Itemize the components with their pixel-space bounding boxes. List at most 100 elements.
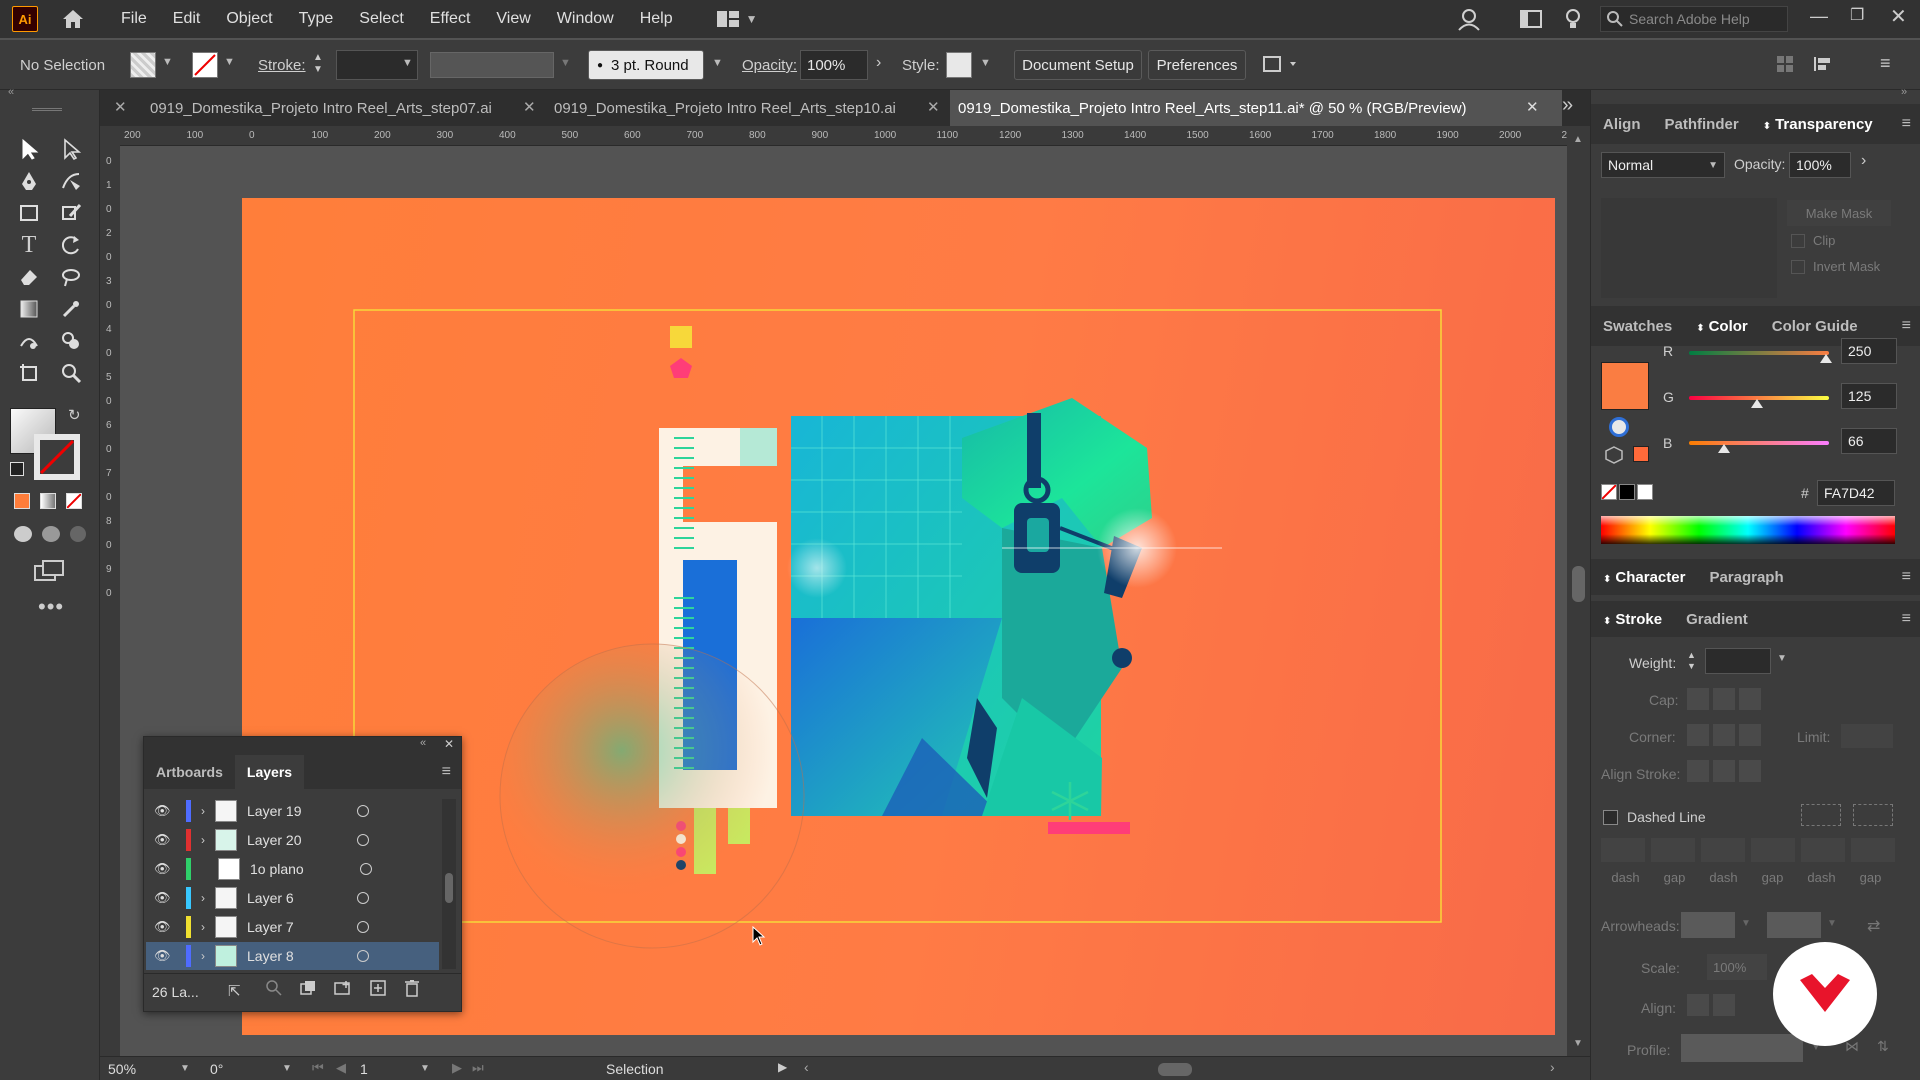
fill-swatch[interactable] <box>130 52 156 78</box>
minimize-icon[interactable]: — <box>1810 6 1828 27</box>
stroke-stepper[interactable]: ▲ ▼ <box>313 52 323 76</box>
menu-effect[interactable]: Effect <box>417 10 484 28</box>
blue-slider-thumb[interactable] <box>1718 444 1730 453</box>
opacity-expand-icon[interactable]: › <box>876 54 881 72</box>
layer-row[interactable]: 👁 › Layer 20 <box>146 826 439 854</box>
tab-step07-close-icon[interactable]: ✕ <box>523 98 536 116</box>
scroll-up-icon[interactable]: ▲ <box>1573 134 1583 145</box>
swap-arrowheads-icon[interactable]: ⇄ <box>1867 916 1880 936</box>
arrowhead-end-select[interactable] <box>1767 912 1821 938</box>
eye-icon[interactable]: 👁 <box>154 948 174 964</box>
layers-scrollbar[interactable] <box>442 799 456 969</box>
align-outside-icon[interactable] <box>1739 760 1761 782</box>
tab-character[interactable]: ⬍ Character <box>1591 569 1697 586</box>
zoom-tool-icon[interactable] <box>54 358 88 388</box>
tab-gradient[interactable]: Gradient <box>1674 611 1760 628</box>
green-slider-thumb[interactable] <box>1751 399 1763 408</box>
scroll-down-icon[interactable]: ▼ <box>1573 1038 1583 1049</box>
layers-titlebar[interactable]: « ✕ <box>144 737 461 755</box>
tab-color[interactable]: ⬍ Color <box>1684 318 1760 335</box>
menu-file[interactable]: File <box>108 10 160 28</box>
fill-color-preview[interactable] <box>1601 362 1649 410</box>
artboard-dropdown-icon[interactable]: ▼ <box>420 1063 430 1074</box>
arrange-documents-icon[interactable] <box>1262 54 1302 78</box>
align-inside-icon[interactable] <box>1713 760 1735 782</box>
target-circle-icon[interactable] <box>357 950 369 962</box>
delete-layer-icon[interactable] <box>404 979 420 1001</box>
dash-align-icon[interactable] <box>1853 804 1893 826</box>
tab-transparency[interactable]: ⬍ Transparency <box>1751 116 1885 133</box>
stroke-swatch[interactable] <box>192 52 218 78</box>
stroke-dropdown-icon[interactable]: ▼ <box>224 56 235 68</box>
hscroll-right-icon[interactable]: › <box>1550 1059 1555 1075</box>
arrow-tip-icon[interactable] <box>1687 994 1709 1016</box>
layer-row-selected[interactable]: 👁 › Layer 8 <box>146 942 439 970</box>
selection-tool-icon[interactable] <box>12 134 46 164</box>
reset-profile-icon[interactable]: ⇅ <box>1877 1038 1889 1055</box>
preferences-button[interactable]: Preferences <box>1148 50 1246 80</box>
dash-field-2[interactable] <box>1701 838 1745 862</box>
transparency-menu-icon[interactable]: ≡ <box>1902 115 1911 133</box>
menu-window[interactable]: Window <box>544 10 627 28</box>
scale-field[interactable]: 100% <box>1707 954 1767 980</box>
rotate-tool-icon[interactable] <box>54 230 88 260</box>
tab-color-guide[interactable]: Color Guide <box>1760 318 1870 335</box>
clipping-mask-icon[interactable] <box>300 980 316 1000</box>
dash-field-1[interactable] <box>1601 838 1645 862</box>
eye-icon[interactable]: 👁 <box>154 890 174 906</box>
arrow-path-icon[interactable] <box>1713 994 1735 1016</box>
lightbulb-icon[interactable] <box>1564 8 1582 34</box>
curvature-tool-icon[interactable] <box>54 166 88 196</box>
eraser-tool-icon[interactable] <box>12 262 46 292</box>
round-cap-icon[interactable] <box>1713 688 1735 710</box>
status-menu-icon[interactable]: ▶ <box>778 1060 787 1074</box>
tab-pathfinder[interactable]: Pathfinder <box>1653 116 1751 133</box>
tab-step07[interactable]: 0919_Domestika_Projeto Intro Reel_Arts_s… <box>142 90 526 126</box>
hscroll-thumb[interactable] <box>1158 1063 1192 1076</box>
variable-width-profile[interactable] <box>430 52 554 78</box>
transparency-opacity-expand-icon[interactable]: › <box>1861 152 1866 170</box>
eye-icon[interactable]: 👁 <box>154 919 174 935</box>
arrowhead-start-dropdown-icon[interactable]: ▼ <box>1741 918 1751 929</box>
layer-row[interactable]: 👁 1o plano <box>146 855 439 883</box>
profile-select[interactable] <box>1681 1034 1803 1062</box>
tab-layers[interactable]: Layers <box>234 755 305 789</box>
align-options-icon[interactable] <box>1812 55 1842 77</box>
artboard-tool-icon[interactable] <box>12 358 46 388</box>
target-circle-icon[interactable] <box>357 805 369 817</box>
expand-chevron-icon[interactable]: › <box>201 920 205 934</box>
color-menu-icon[interactable]: ≡ <box>1902 317 1911 335</box>
stroke-weight-dropdown-icon[interactable]: ▼ <box>402 57 413 69</box>
draw-inside-icon[interactable] <box>70 526 86 542</box>
brush-dropdown-icon[interactable]: ▼ <box>712 57 723 69</box>
stroke-color-preview[interactable] <box>1609 417 1629 437</box>
blend-tool-icon[interactable] <box>12 326 46 356</box>
hex-field[interactable]: FA7D42 <box>1817 480 1895 506</box>
tabs-left-close-icon[interactable]: ✕ <box>114 98 127 116</box>
default-colors-icon[interactable] <box>10 462 24 476</box>
tabs-overflow-icon[interactable]: » <box>1562 94 1573 117</box>
profile-dropdown-icon[interactable]: ▼ <box>560 57 571 69</box>
swap-fill-stroke-icon[interactable]: ↻ <box>68 406 81 424</box>
layers-menu-icon[interactable]: ≡ <box>442 763 451 781</box>
rotation-dropdown-icon[interactable]: ▼ <box>282 1063 292 1074</box>
layer-name[interactable]: Layer 7 <box>247 919 357 935</box>
gradient-mode-icon[interactable] <box>40 493 56 509</box>
type-tool-icon[interactable]: T <box>12 230 46 260</box>
red-slider[interactable] <box>1689 351 1829 355</box>
style-swatch[interactable] <box>946 52 972 78</box>
layers-collapse-icon[interactable]: « <box>420 737 426 749</box>
direct-selection-tool-icon[interactable] <box>54 134 88 164</box>
tab-step10[interactable]: 0919_Domestika_Projeto Intro Reel_Arts_s… <box>546 90 930 126</box>
tab-stroke[interactable]: ⬍ Stroke <box>1591 611 1674 628</box>
locate-object-icon[interactable] <box>266 980 282 1000</box>
tab-align[interactable]: Align <box>1591 116 1653 133</box>
panel-layout-icon[interactable] <box>1520 10 1542 32</box>
weight-field[interactable] <box>1705 648 1771 674</box>
pen-tool-icon[interactable] <box>12 166 46 196</box>
tab-paragraph[interactable]: Paragraph <box>1697 569 1795 586</box>
dashed-line-checkbox[interactable] <box>1603 810 1618 825</box>
fill-dropdown-icon[interactable]: ▼ <box>162 56 173 68</box>
gap-field-3[interactable] <box>1851 838 1895 862</box>
mask-thumbnail[interactable] <box>1601 198 1777 298</box>
